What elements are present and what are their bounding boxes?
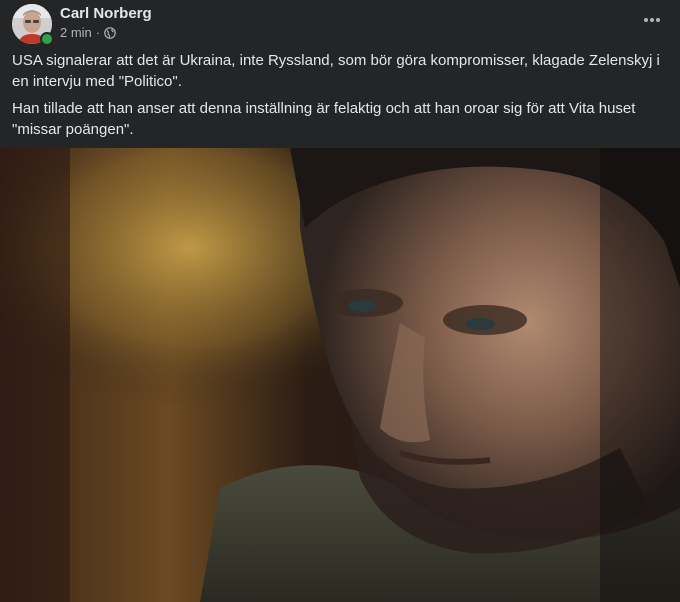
- globe-icon: [104, 26, 116, 39]
- post-header: Carl Norberg 2 min ·: [12, 4, 668, 46]
- feed-post: Carl Norberg 2 min · USA signalerar att …: [0, 0, 680, 602]
- author-name[interactable]: Carl Norberg: [60, 5, 152, 22]
- meta-separator: ·: [95, 25, 101, 40]
- post-image: [0, 148, 680, 602]
- post-timestamp[interactable]: 2 min: [60, 25, 92, 40]
- post-text: USA signalerar att det är Ukraina, inte …: [12, 50, 668, 146]
- post-paragraph: USA signalerar att det är Ukraina, inte …: [12, 52, 660, 90]
- more-options-icon[interactable]: [636, 8, 668, 32]
- online-status-indicator: [40, 32, 54, 46]
- post-photo[interactable]: [0, 148, 680, 602]
- post-meta: 2 min ·: [60, 25, 116, 40]
- post-paragraph: Han tillade att han anser att denna inst…: [12, 100, 636, 138]
